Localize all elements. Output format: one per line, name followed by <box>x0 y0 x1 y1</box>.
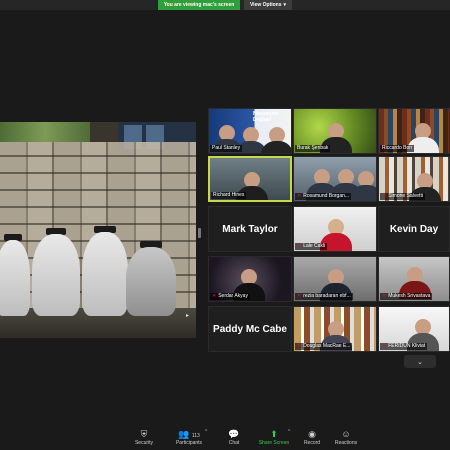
participant-name-text: Mukesh Srivastava <box>388 293 431 299</box>
participant-tile[interactable]: ✕ Douglas MacRae E... <box>293 306 377 352</box>
emoji-plus-icon: ☺ <box>341 429 351 439</box>
shrouded-figure <box>32 228 80 316</box>
view-options-menu[interactable]: View Options ▾ <box>244 0 292 10</box>
participant-tile[interactable]: ✕ rezia baradaran ebf... <box>293 256 377 302</box>
participant-tile[interactable]: Mansecher Değhall Paul Stanley <box>208 108 292 154</box>
active-speaker-tile[interactable]: Richard Hines <box>208 156 292 202</box>
resize-handle[interactable] <box>198 228 201 238</box>
screen-share-banner: You are viewing mac's screen <box>158 0 240 10</box>
participant-name: ✕ Lale Cakli <box>295 243 328 250</box>
shared-screen[interactable]: ▸ <box>0 122 196 338</box>
participant-name-only: Mark Taylor <box>222 223 278 235</box>
participant-tile[interactable]: ✕ Rosamund Borgan... <box>293 156 377 202</box>
participant-name: ✕ Rosamund Borgan... <box>295 193 352 200</box>
participant-tile[interactable]: Mark Taylor <box>208 206 292 252</box>
shrouded-figure <box>0 234 30 316</box>
shrouded-figure <box>126 241 176 316</box>
tree-foliage <box>0 122 90 142</box>
participant-name-only: Kevin Day <box>389 223 439 235</box>
chat-button[interactable]: 💬 Chat <box>212 429 256 449</box>
participant-tile[interactable]: ✕ Lale Cakli <box>293 206 377 252</box>
record-label: Record <box>303 440 321 446</box>
participant-name-text: Rosamund Borgan... <box>303 193 350 199</box>
participant-tile[interactable]: ✕ Simone Salvetti <box>378 156 450 202</box>
participant-name: Richard Hines <box>211 192 247 199</box>
participant-name-text: rezia baradaran ebf... <box>303 293 351 299</box>
participant-name: ✕ Mukesh Srivastava <box>380 293 433 300</box>
participant-name-text: Lale Cakli <box>303 243 326 249</box>
participant-tile[interactable]: Burak Şenbak <box>293 108 377 154</box>
shield-icon: ⛨ <box>140 429 148 439</box>
participant-name: Riccardo Bon <box>380 145 415 152</box>
chevron-down-icon: ▾ <box>283 2 287 8</box>
participant-tile[interactable]: ✕ Mukesh Srivastava <box>378 256 450 302</box>
participant-name-text: Simone Salvetti <box>388 193 423 199</box>
muted-mic-icon: ✕ <box>297 193 302 199</box>
muted-mic-icon: ✕ <box>212 293 217 299</box>
participant-name: ✕ FERIDUN Kliviat <box>380 343 428 350</box>
participant-tile[interactable]: ✕ FERIDUN Kliviat <box>378 306 450 352</box>
participant-tile[interactable]: Riccardo Bon <box>378 108 450 154</box>
participant-name: Burak Şenbak <box>295 145 331 152</box>
meeting-toolbar: ⛨ Security 👥 113 Participants ^ 💬 Chat ⬆… <box>0 426 450 450</box>
participant-name-text: Douglas MacRae E... <box>303 343 351 349</box>
chevron-down-icon: ⌄ <box>417 358 423 366</box>
muted-mic-icon: ✕ <box>297 343 302 349</box>
muted-mic-icon: ✕ <box>297 243 302 249</box>
participant-name-text: Serdar Akyay <box>218 293 248 299</box>
muted-mic-icon: ✕ <box>382 293 387 299</box>
muted-mic-icon: ✕ <box>297 293 302 299</box>
security-label: Security <box>134 440 154 446</box>
chat-label: Chat <box>228 440 240 446</box>
participant-name-text: FERIDUN Kliviat <box>388 343 426 349</box>
reactions-button[interactable]: ☺ Reactions <box>324 429 368 449</box>
participants-caret-icon[interactable]: ^ <box>205 429 207 435</box>
chat-bubble-icon: 💬 <box>228 429 240 439</box>
participant-tile[interactable]: Kevin Day <box>378 206 450 252</box>
muted-mic-icon: ✕ <box>382 193 387 199</box>
gallery-scroll-button[interactable]: ⌄ <box>404 355 436 368</box>
share-screen-label: Share Screen <box>258 440 290 446</box>
poster-title: Mansecher Değhall <box>253 111 280 123</box>
participants-label: Participants <box>175 440 203 446</box>
muted-mic-icon: ✕ <box>382 343 387 349</box>
participant-name: ✕ Serdar Akyay <box>210 293 250 300</box>
security-button[interactable]: ⛨ Security <box>122 429 166 449</box>
participant-name: ✕ rezia baradaran ebf... <box>295 293 353 300</box>
view-options-label: View Options <box>249 2 282 8</box>
play-arrow-icon[interactable]: ▸ <box>186 312 189 319</box>
participant-name: Paul Stanley <box>210 145 243 152</box>
participants-count: 113 <box>191 433 200 439</box>
participant-tile[interactable]: Paddy Mc Cabe <box>208 306 292 352</box>
participant-tile[interactable]: ✕ Serdar Akyay <box>208 256 292 302</box>
shrouded-figure <box>82 226 128 316</box>
participant-name-only: Paddy Mc Cabe <box>213 323 287 335</box>
reactions-label: Reactions <box>334 440 358 446</box>
participant-name: ✕ Simone Salvetti <box>380 193 425 200</box>
participant-name: ✕ Douglas MacRae E... <box>295 343 353 350</box>
